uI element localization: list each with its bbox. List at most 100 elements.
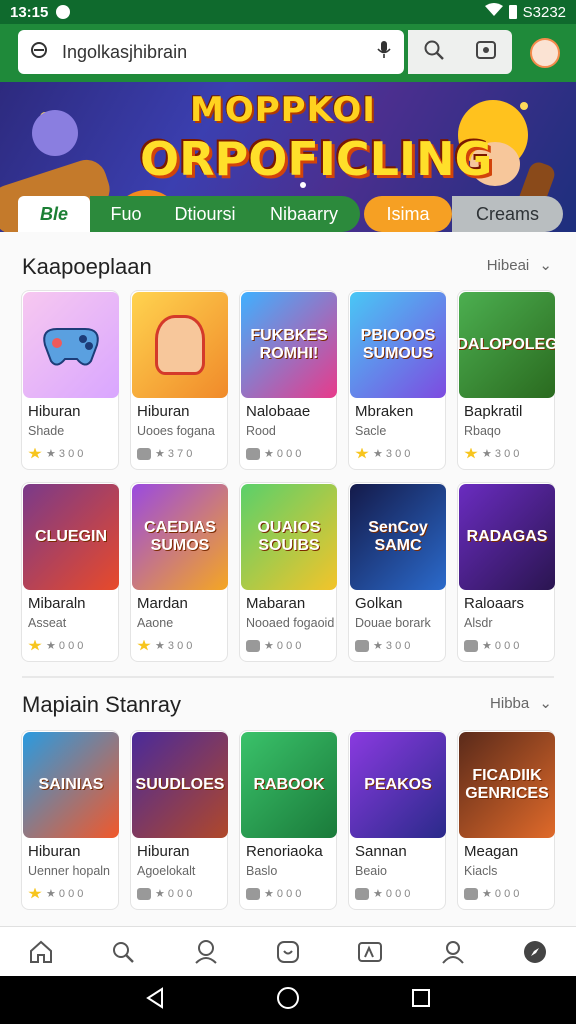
- more-label: Hibeai: [486, 257, 530, 274]
- rating-text: ★ 0 0 0: [482, 640, 520, 652]
- app-rating: ★ 0 0 0: [464, 639, 519, 652]
- app-card[interactable]: SenCoy SAMC Golkan Douae borark ★ 3 0 0: [348, 482, 446, 662]
- category-tabs: Ble Fuo Dtioursi Nibaarry Isima Creams: [18, 196, 563, 232]
- recents-icon[interactable]: [411, 988, 431, 1013]
- app-name: Mardan: [137, 595, 188, 612]
- app-subtitle: Kiacls: [464, 864, 498, 878]
- app-thumbnail: DALOPOLEG: [459, 292, 555, 398]
- app-rating: ★ 3 7 0: [137, 447, 192, 460]
- search-icon[interactable]: [103, 932, 143, 972]
- app-card[interactable]: PEAKOS Sannan Beaio ★ 0 0 0: [348, 730, 446, 910]
- search-icon[interactable]: [423, 39, 445, 66]
- app-name: Raloaars: [464, 595, 525, 612]
- tab-creams[interactable]: Creams: [452, 196, 563, 232]
- search-text: Ingolkasjhibrain: [62, 41, 188, 62]
- app-name: Bapkratil: [464, 403, 523, 420]
- rating-text: ★ 0 0 0: [155, 888, 193, 900]
- section-more-link[interactable]: Hibeai ⌄: [487, 256, 552, 274]
- gamepad-icon: [35, 315, 107, 376]
- app-name: Hiburan: [137, 843, 190, 860]
- app-card[interactable]: SUUDLOES Hiburan Agoelokalt ★ 0 0 0: [130, 730, 228, 910]
- app-header: Ingolkasjhibrain: [0, 24, 576, 82]
- controller-icon: [355, 887, 369, 900]
- app-rating: ★ 0 0 0: [28, 887, 83, 900]
- controller-icon: [355, 639, 369, 652]
- app-subtitle: Shade: [28, 424, 65, 438]
- app-card[interactable]: PBIOOOS SUMOUS Mbraken Sacle ★ 3 0 0: [348, 290, 446, 470]
- apps-icon[interactable]: [268, 932, 308, 972]
- app-card[interactable]: Hiburan Uooes fogana ★ 3 7 0: [130, 290, 228, 470]
- section-title: Mapiain Stanray: [22, 692, 181, 717]
- app-thumbnail: [23, 292, 119, 398]
- rating-text: ★ 3 0 0: [373, 640, 411, 652]
- tab-dtioursi[interactable]: Dtioursi: [162, 196, 248, 232]
- bottom-nav: [0, 926, 576, 976]
- app-thumbnail: [132, 292, 228, 398]
- camera-icon[interactable]: [475, 39, 497, 66]
- app-rating: ★ 3 0 0: [355, 447, 410, 460]
- app-card[interactable]: RADAGAS Raloaars Alsdr ★ 0 0 0: [457, 482, 555, 662]
- notification-icon: [56, 5, 71, 19]
- chevron-down-icon: ⌄: [539, 695, 552, 712]
- rating-text: ★ 3 0 0: [373, 448, 411, 460]
- compass-icon[interactable]: [515, 932, 555, 972]
- star-icon: [28, 447, 42, 459]
- app-card[interactable]: FUKBKES ROMHI! Nalobaae Rood ★ 0 0 0: [239, 290, 337, 470]
- app-card[interactable]: CAEDIAS SUMOS Mardan Aaone ★ 3 0 0: [130, 482, 228, 662]
- app-card[interactable]: FICADIIK GENRICES Meagan Kiacls ★ 0 0 0: [457, 730, 555, 910]
- app-logo-icon: [30, 41, 48, 64]
- app-thumbnail: RABOOK: [241, 732, 337, 838]
- controller-icon: [246, 639, 260, 652]
- app-subtitle: Asseat: [28, 616, 67, 630]
- home-button-icon[interactable]: [276, 986, 300, 1015]
- home-icon[interactable]: [21, 932, 61, 972]
- app-rating: ★ 3 0 0: [28, 447, 83, 460]
- controller-icon: [464, 639, 478, 652]
- app-card[interactable]: CLUEGIN Mibaraln Asseat ★ 0 0 0: [21, 482, 119, 662]
- app-name: Hiburan: [28, 403, 81, 420]
- books-icon[interactable]: [350, 932, 390, 972]
- app-card[interactable]: RABOOK Renoriaoka Baslo ★ 0 0 0: [239, 730, 337, 910]
- back-icon[interactable]: [145, 986, 165, 1014]
- tab-nibaarry[interactable]: Nibaarry: [248, 196, 360, 232]
- rating-text: ★ 0 0 0: [373, 888, 411, 900]
- section-title: Kaapoeplaan: [22, 254, 152, 279]
- banner-decor: [520, 102, 528, 110]
- section-more-link[interactable]: Hibba ⌄: [490, 694, 552, 712]
- app-rating: ★ 0 0 0: [464, 887, 519, 900]
- app-subtitle: Nooaed fogaoid: [246, 616, 335, 630]
- character-icon: [155, 315, 205, 375]
- search-input[interactable]: Ingolkasjhibrain: [18, 30, 404, 74]
- app-thumbnail: PEAKOS: [350, 732, 446, 838]
- app-card[interactable]: SAINIAS Hiburan Uenner hopaln ★ 0 0 0: [21, 730, 119, 910]
- avatar[interactable]: [530, 38, 560, 68]
- mic-icon[interactable]: [376, 40, 392, 65]
- app-name: Meagan: [464, 843, 519, 860]
- app-subtitle: Rbaqo: [464, 424, 501, 438]
- app-card[interactable]: OUAIOS SOUIBS Mabaran Nooaed fogaoid ★ 0…: [239, 482, 337, 662]
- app-rating: ★ 3 0 0: [137, 639, 192, 652]
- app-subtitle: Douae borark: [355, 616, 431, 630]
- profile-icon[interactable]: [433, 932, 473, 972]
- rating-text: ★ 0 0 0: [46, 640, 84, 652]
- star-icon: [355, 447, 369, 459]
- status-bar: 13:15 S3232: [0, 0, 576, 24]
- controller-icon: [464, 887, 478, 900]
- app-thumbnail: OUAIOS SOUIBS: [241, 484, 337, 590]
- tab-isima[interactable]: Isima: [364, 196, 452, 232]
- app-name: Hiburan: [137, 403, 190, 420]
- games-icon[interactable]: [186, 932, 226, 972]
- app-thumbnail: SAINIAS: [23, 732, 119, 838]
- app-rating: ★ 0 0 0: [246, 639, 301, 652]
- rating-text: ★ 0 0 0: [264, 640, 302, 652]
- app-subtitle: Uooes fogana: [137, 424, 215, 438]
- app-name: Mibaraln: [28, 595, 86, 612]
- app-card[interactable]: DALOPOLEG Bapkratil Rbaqo ★ 3 0 0: [457, 290, 555, 470]
- star-icon: [137, 639, 151, 651]
- tab-fuo[interactable]: Fuo: [90, 196, 162, 232]
- chevron-down-icon: ⌄: [539, 257, 552, 274]
- tab-ble[interactable]: Ble: [18, 196, 90, 232]
- app-card[interactable]: Hiburan Shade ★ 3 0 0: [21, 290, 119, 470]
- wifi-icon: [484, 3, 503, 21]
- app-thumbnail: SenCoy SAMC: [350, 484, 446, 590]
